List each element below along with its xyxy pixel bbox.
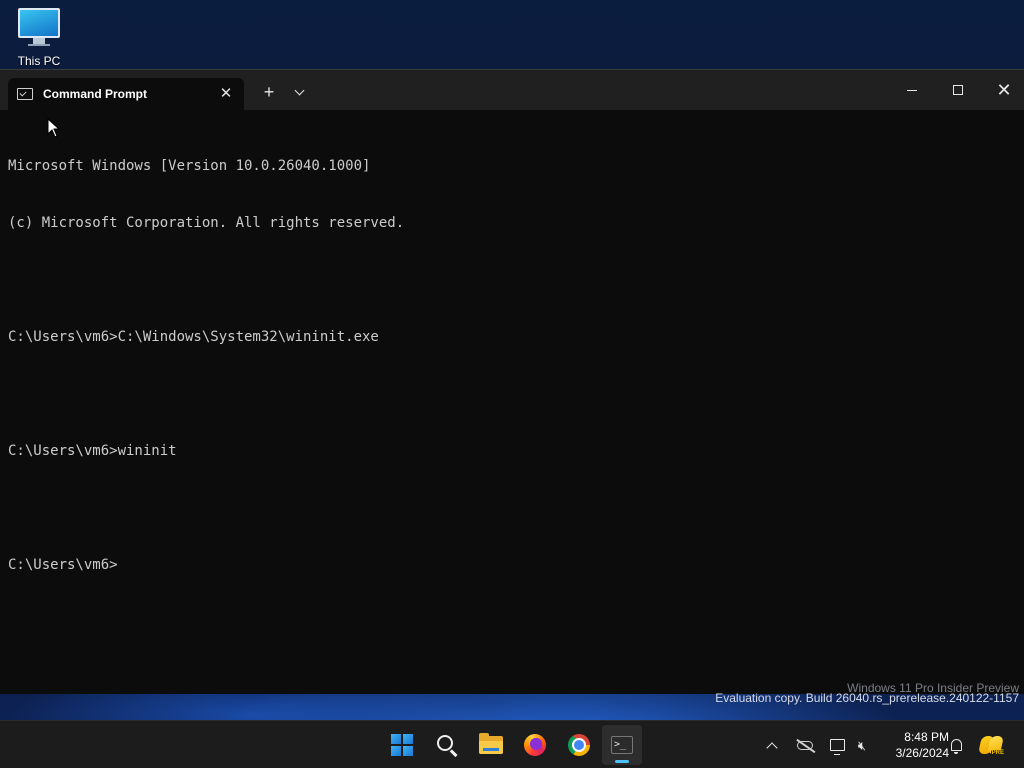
tab-close-icon[interactable]: ✕ — [218, 86, 234, 102]
chrome-button[interactable] — [559, 725, 599, 765]
onedrive-off-icon — [797, 740, 813, 750]
active-indicator — [615, 760, 629, 763]
clock-date: 3/26/2024 — [895, 746, 949, 760]
clock[interactable]: 8:48 PM 3/26/2024 — [877, 729, 949, 761]
volume-muted-icon: 🔇︎ — [857, 737, 867, 753]
chevron-down-icon — [294, 85, 304, 95]
new-tab-button[interactable]: + — [259, 82, 279, 102]
console-line: (c) Microsoft Corporation. All rights re… — [8, 215, 405, 231]
watermark: Windows 11 Pro Insider Preview Evaluatio… — [715, 682, 1019, 705]
title-bar[interactable]: Command Prompt ✕ + ✕ — [0, 70, 1024, 110]
folder-icon — [479, 733, 503, 754]
copilot-button[interactable]: PRE — [978, 733, 1005, 757]
desktop-icon-label: This PC — [17, 54, 61, 68]
chrome-icon — [568, 734, 590, 756]
console-output[interactable]: Microsoft Windows [Version 10.0.26040.10… — [8, 119, 1016, 689]
windows-logo-icon — [391, 734, 413, 756]
notifications-button[interactable] — [944, 733, 968, 757]
cmd-icon — [17, 88, 33, 100]
bell-icon — [950, 739, 962, 754]
console-line: C:\Users\vm6>C:\Windows\System32\wininit… — [8, 329, 379, 345]
volume-button[interactable]: 🔇︎ — [850, 733, 874, 757]
tab-dropdown-button[interactable] — [289, 82, 309, 102]
minimize-icon — [907, 89, 917, 91]
desktop-icon-this-pc[interactable]: This PC — [10, 8, 68, 70]
show-hidden-icons-button[interactable] — [760, 733, 784, 757]
terminal-icon: >_ — [611, 736, 633, 754]
firefox-button[interactable] — [515, 725, 555, 765]
close-icon: ✕ — [996, 80, 1012, 100]
maximize-button[interactable] — [935, 70, 981, 110]
tab-command-prompt[interactable]: Command Prompt ✕ — [8, 78, 244, 110]
clock-time: 8:48 PM — [904, 730, 949, 744]
watermark-build: Evaluation copy. Build 26040.rs_prerelea… — [715, 691, 1019, 705]
maximize-icon — [953, 85, 963, 95]
network-button[interactable] — [825, 733, 849, 757]
terminal-button[interactable]: >_ — [602, 725, 642, 765]
console-line: C:\Users\vm6>wininit — [8, 443, 177, 459]
copilot-icon: PRE — [978, 734, 1005, 757]
copilot-badge: PRE — [990, 750, 1005, 757]
close-button[interactable]: ✕ — [981, 70, 1024, 110]
chevron-up-icon — [766, 741, 778, 754]
tab-title: Command Prompt — [43, 87, 148, 101]
network-icon — [829, 739, 845, 755]
taskbar: >_ 🔇︎ 8:48 PM 3/26/2024 PRE — [0, 720, 1024, 768]
monitor-icon — [18, 8, 60, 46]
file-explorer-button[interactable] — [471, 725, 511, 765]
console-prompt-line[interactable]: C:\Users\vm6> — [8, 556, 1016, 575]
terminal-window: Command Prompt ✕ + ✕ Microsoft Windows [… — [0, 69, 1024, 694]
firefox-icon — [524, 734, 546, 756]
mouse-pointer-icon — [47, 118, 61, 138]
onedrive-button[interactable] — [793, 733, 817, 757]
start-button[interactable] — [382, 725, 422, 765]
console-line: Microsoft Windows [Version 10.0.26040.10… — [8, 158, 371, 174]
search-button[interactable] — [427, 725, 467, 765]
search-icon — [437, 735, 453, 751]
minimize-button[interactable] — [889, 70, 935, 110]
